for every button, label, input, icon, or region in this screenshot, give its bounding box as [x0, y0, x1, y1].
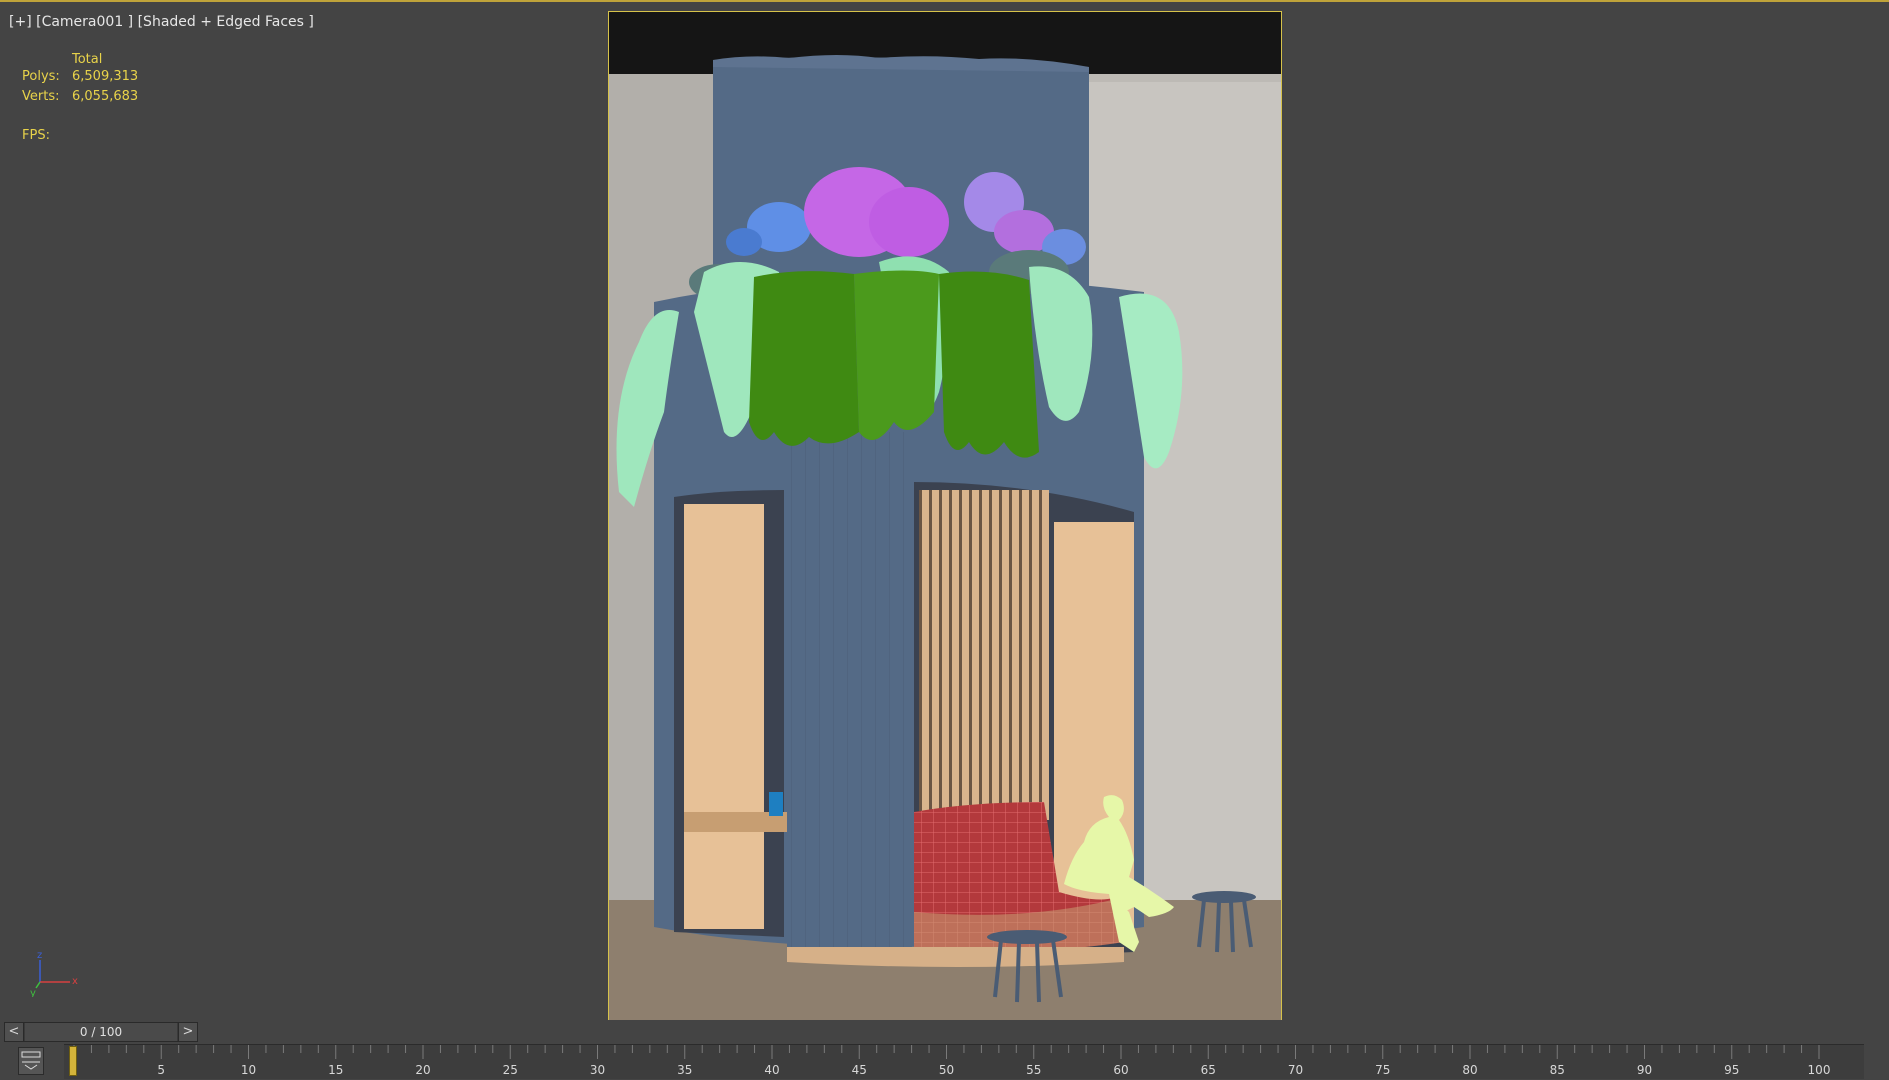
- camera-scene-render: [609, 12, 1281, 1020]
- timeline-tick-label: 5: [157, 1063, 165, 1077]
- timeline-tick-label: 75: [1375, 1063, 1390, 1077]
- axis-tripod-icon: z x y: [30, 950, 78, 997]
- axis-y-label: y: [30, 988, 36, 997]
- stats-header: Total: [72, 52, 103, 67]
- pod-front-column: [787, 432, 912, 952]
- timeline-track[interactable]: 0510152025303540455055606570758085909510…: [64, 1044, 1864, 1079]
- timeline-tick-label: 90: [1637, 1063, 1652, 1077]
- polys-label: Polys:: [22, 69, 60, 84]
- timeline-tick-label: 20: [415, 1063, 430, 1077]
- timeline-tick-label: 65: [1201, 1063, 1216, 1077]
- left-wood-panel: [684, 504, 764, 929]
- track-bar-toggle-icon[interactable]: [18, 1047, 44, 1075]
- timeline-tick-label: 85: [1550, 1063, 1565, 1077]
- timeline-tick-label: 95: [1724, 1063, 1739, 1077]
- time-slider[interactable]: < 0 / 100 >: [4, 1022, 198, 1042]
- timeline-bar: < 0 / 100 > 0510152025303540455055606570…: [0, 1020, 1889, 1080]
- previous-frame-button[interactable]: <: [5, 1023, 24, 1041]
- fps-label: FPS:: [22, 128, 50, 143]
- rear-wood-slats: [919, 490, 1049, 820]
- timeline-tick-label: 70: [1288, 1063, 1303, 1077]
- viewport[interactable]: [+] [Camera001 ] [Shaded + Edged Faces ]…: [0, 0, 1889, 1021]
- axis-z-label: z: [37, 950, 42, 961]
- timeline-ruler: 0510152025303540455055606570758085909510…: [70, 1045, 1831, 1077]
- time-slider-thumb[interactable]: 0 / 100: [25, 1023, 177, 1041]
- timeline-tick-label: 100: [1808, 1063, 1831, 1077]
- timeline-tick-label: 25: [503, 1063, 518, 1077]
- verts-value: 6,055,683: [72, 89, 139, 104]
- polys-value: 6,509,313: [72, 69, 139, 84]
- timeline-tick-label: 35: [677, 1063, 692, 1077]
- camera-safe-frame: [608, 11, 1282, 1021]
- timeline-tick-label: 10: [241, 1063, 256, 1077]
- timeline-tick-label: 60: [1113, 1063, 1128, 1077]
- timeline-tick-label: 80: [1462, 1063, 1477, 1077]
- timeline-tick-label: 55: [1026, 1063, 1041, 1077]
- timeline-tick-label: 40: [764, 1063, 779, 1077]
- verts-label: Verts:: [22, 89, 60, 104]
- next-frame-button[interactable]: >: [178, 1023, 197, 1041]
- axis-x-label: x: [72, 976, 78, 987]
- timeline-tick-label: 45: [852, 1063, 867, 1077]
- timeline-tick-label: 50: [939, 1063, 954, 1077]
- timeline-tick-label: 30: [590, 1063, 605, 1077]
- timeline-tick-label: 15: [328, 1063, 343, 1077]
- viewport-label-menu[interactable]: [+] [Camera001 ] [Shaded + Edged Faces ]: [9, 14, 314, 30]
- current-frame-marker[interactable]: [69, 1046, 77, 1076]
